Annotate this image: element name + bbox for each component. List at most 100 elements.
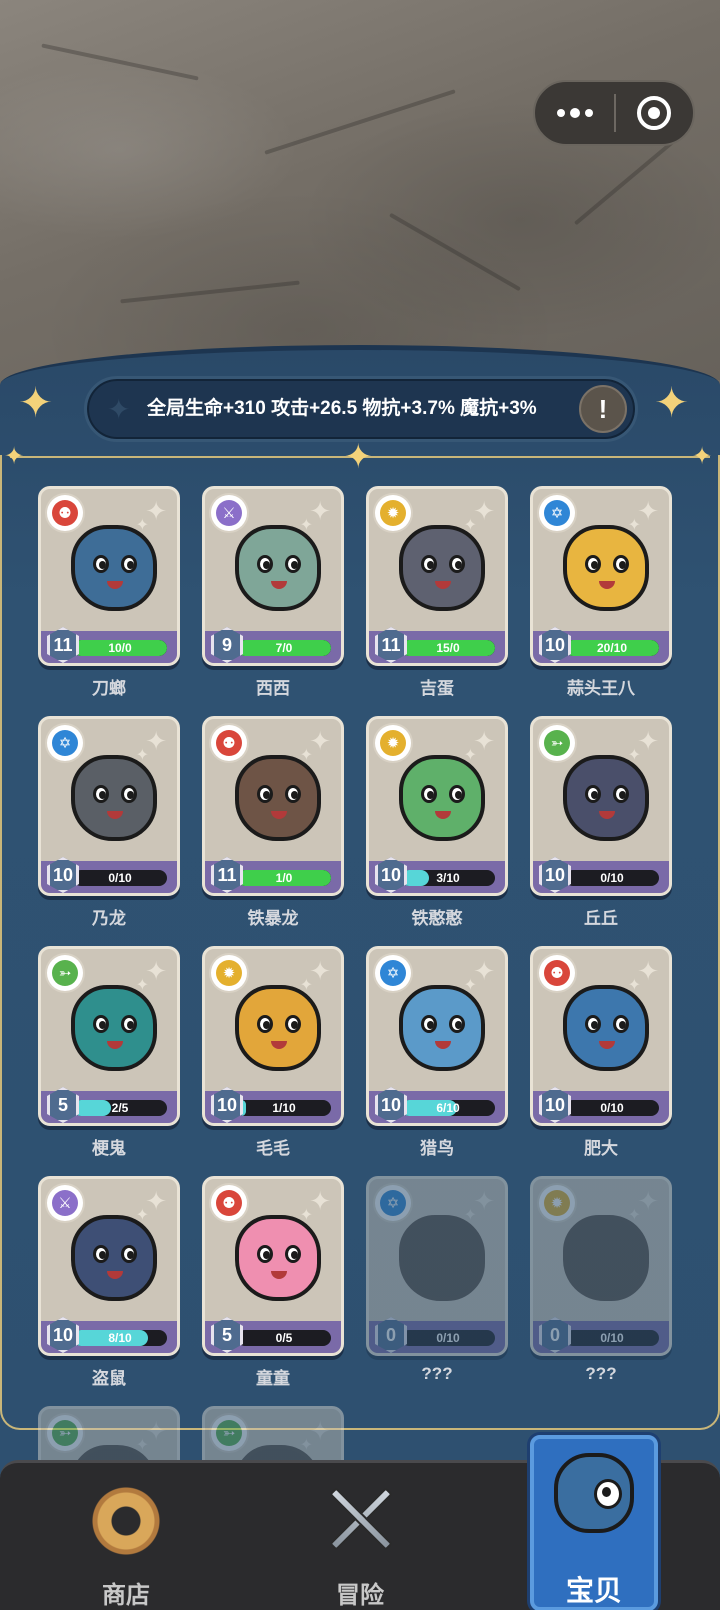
progress-bar: 8/10 <box>73 1330 167 1346</box>
star-of-david-icon: ✡ <box>47 725 83 761</box>
nav-adventure-label: 冒险 <box>336 1582 384 1609</box>
progress-text: 0/10 <box>108 871 132 885</box>
pet-name: 毛毛 <box>256 1139 290 1158</box>
progress-bar: 1/10 <box>237 1100 331 1116</box>
progress-bar: 0/10 <box>565 1330 659 1346</box>
pet-card[interactable]: ✦ ✦ ✡ 6/10 10 <box>366 946 508 1126</box>
pet-name: 刀螂 <box>92 679 126 698</box>
progress-bar: 0/10 <box>73 870 167 886</box>
pet-card[interactable]: ✦ ✦ ➳ 0/10 10 <box>530 716 672 896</box>
pet-portrait <box>71 525 157 611</box>
nav-pets[interactable]: 宝贝 <box>530 1435 658 1610</box>
progress-text: 3/10 <box>436 871 460 885</box>
progress-bar: 0/5 <box>237 1330 331 1346</box>
pet-card[interactable]: ✦ ✦ ⚔ 7/0 9 <box>202 486 344 666</box>
pet-name: 铁憨憨 <box>411 909 463 928</box>
pet-portrait <box>399 525 485 611</box>
progress-text: 0/10 <box>600 1101 624 1115</box>
sword-icon: ⚔ <box>211 495 247 531</box>
progress-bar: 10/0 <box>73 640 167 656</box>
progress-text: 0/5 <box>275 1331 293 1345</box>
progress-bar: 0/10 <box>565 870 659 886</box>
progress-bar: 7/0 <box>237 640 331 656</box>
progress-text: 20/10 <box>596 641 628 655</box>
pet-name: 肥大 <box>584 1139 618 1158</box>
pet-name: 梗鬼 <box>92 1139 126 1158</box>
pet-card[interactable]: ✦ ✦ ⚉ 1/0 11 <box>202 716 344 896</box>
pet-portrait <box>399 1215 485 1301</box>
bottom-nav: 商店 冒险 宝贝 <box>0 1435 720 1610</box>
pet-card[interactable]: ✦ ✦ ✹ 1/10 10 <box>202 946 344 1126</box>
pet-card[interactable]: ✦ ✦ ✡ 20/10 10 <box>530 486 672 666</box>
pet-card[interactable]: ✦ ✦ ✹ 15/0 11 <box>366 486 508 666</box>
pet-card[interactable]: ✦ ✦ ⚔ 8/10 10 <box>38 1176 180 1356</box>
target-icon[interactable] <box>616 82 693 144</box>
sparkle-icon: ✦ <box>107 393 131 426</box>
nav-shop-label: 商店 <box>102 1582 150 1609</box>
sparkle-icon: ✦ <box>344 437 373 477</box>
pet-portrait <box>399 755 485 841</box>
stone-background <box>0 0 720 380</box>
pet-portrait <box>71 985 157 1071</box>
ellipsis-icon[interactable] <box>535 82 614 144</box>
pet-card[interactable]: ✦ ✦ ✡ 0/10 10 <box>38 716 180 896</box>
pet-name: ??? <box>421 1364 453 1383</box>
info-button[interactable]: ! <box>579 385 627 433</box>
pet-portrait <box>235 1215 321 1301</box>
pet-card[interactable]: ✦ ✦ ✡ 0/10 0 <box>366 1176 508 1356</box>
progress-text: 10/0 <box>108 641 132 655</box>
pet-name: 蒜头王八 <box>567 679 635 698</box>
pet-portrait <box>563 1215 649 1301</box>
progress-bar: 0/10 <box>401 1330 495 1346</box>
progress-text: 8/10 <box>108 1331 132 1345</box>
helmet-icon: ⚉ <box>539 955 575 991</box>
progress-text: 6/10 <box>436 1101 460 1115</box>
progress-text: 0/10 <box>600 871 624 885</box>
global-bonus-banner: ✦ 全局生命+310 攻击+26.5 物抗+3.7% 魔抗+3% ! <box>84 376 638 442</box>
pet-portrait <box>399 985 485 1071</box>
bow-icon: ➳ <box>47 1415 83 1451</box>
pet-portrait <box>235 525 321 611</box>
progress-bar: 20/10 <box>565 640 659 656</box>
pet-portrait <box>563 525 649 611</box>
pet-name: 童童 <box>256 1369 290 1388</box>
helmet-icon: ⚉ <box>47 495 83 531</box>
sun-icon: ✹ <box>539 1185 575 1221</box>
sparkle-icon: ✦ <box>654 378 690 427</box>
progress-text: 15/0 <box>436 641 460 655</box>
nav-shop[interactable]: 商店 <box>66 1463 186 1610</box>
progress-bar: 1/0 <box>237 870 331 886</box>
pet-card[interactable]: ✦ ✦ ✹ 0/10 0 <box>530 1176 672 1356</box>
sun-icon: ✹ <box>211 955 247 991</box>
pet-name: 丘丘 <box>584 909 618 928</box>
progress-text: 0/10 <box>436 1331 460 1345</box>
progress-text: 0/10 <box>600 1331 624 1345</box>
helmet-icon: ⚉ <box>211 1185 247 1221</box>
pet-portrait <box>235 985 321 1071</box>
helmet-icon: ⚉ <box>211 725 247 761</box>
pet-card[interactable]: ✦ ✦ ⚉ 0/10 10 <box>530 946 672 1126</box>
progress-bar: 0/10 <box>565 1100 659 1116</box>
sword-icon: ⚔ <box>47 1185 83 1221</box>
pet-card[interactable]: ✦ ✦ ✹ 3/10 10 <box>366 716 508 896</box>
sun-icon: ✹ <box>375 725 411 761</box>
bow-icon: ➳ <box>539 725 575 761</box>
star-of-david-icon: ✡ <box>539 495 575 531</box>
pet-portrait <box>563 985 649 1071</box>
sparkle-icon: ✦ <box>692 442 713 470</box>
pet-portrait <box>235 755 321 841</box>
star-of-david-icon: ✡ <box>375 955 411 991</box>
pet-name: 西西 <box>256 679 290 698</box>
progress-text: 2/5 <box>111 1101 129 1115</box>
pet-card[interactable]: ✦ ✦ ➳ 2/5 5 <box>38 946 180 1126</box>
pet-icon <box>554 1453 634 1533</box>
pet-portrait <box>563 755 649 841</box>
pet-card[interactable]: ✦ ✦ ⚉ 10/0 11 <box>38 486 180 666</box>
progress-bar: 6/10 <box>401 1100 495 1116</box>
nav-adventure[interactable]: 冒险 <box>300 1463 420 1610</box>
bow-icon: ➳ <box>47 955 83 991</box>
pet-card[interactable]: ✦ ✦ ⚉ 0/5 5 <box>202 1176 344 1356</box>
pet-name: 盗鼠 <box>92 1369 126 1388</box>
progress-text: 1/10 <box>272 1101 296 1115</box>
pet-portrait <box>71 755 157 841</box>
